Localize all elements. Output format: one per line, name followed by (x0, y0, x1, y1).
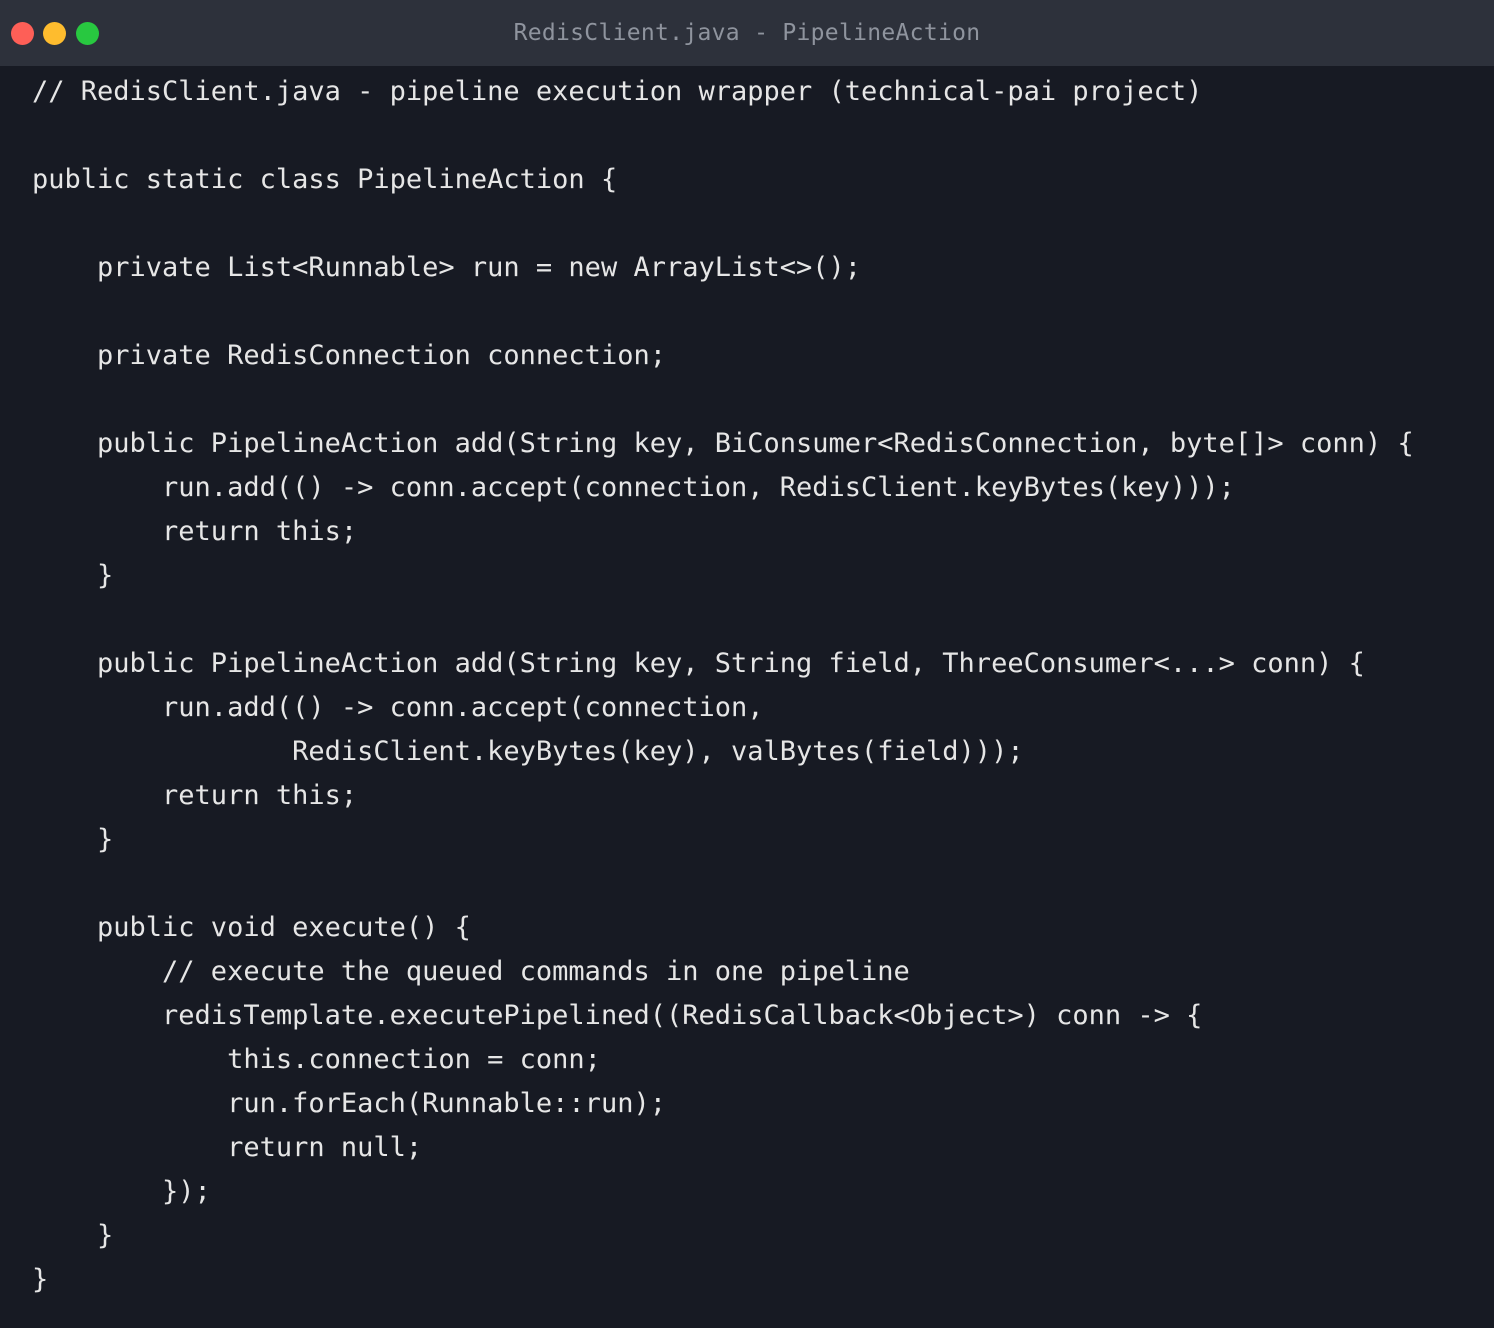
code-line: public PipelineAction add(String key, St… (32, 648, 1365, 679)
window-title: RedisClient.java - PipelineAction (513, 20, 981, 46)
code-line: private List<Runnable> run = new ArrayLi… (32, 252, 862, 283)
code-line: private RedisConnection connection; (32, 340, 666, 371)
code-line: RedisClient.keyBytes(key), valBytes(fiel… (32, 736, 1024, 767)
code-line: this.connection = conn; (32, 1044, 601, 1075)
code-line: } (32, 1264, 49, 1295)
code-line: }); (32, 1176, 211, 1207)
code-line: redisTemplate.executePipelined((RedisCal… (32, 1000, 1203, 1031)
code-line: public PipelineAction add(String key, Bi… (32, 428, 1414, 459)
code-line: return null; (32, 1132, 423, 1163)
code-line: // RedisClient.java - pipeline execution… (32, 76, 1203, 107)
code-line: return this; (32, 516, 358, 547)
code-line: } (32, 560, 114, 591)
code-editor[interactable]: // RedisClient.java - pipeline execution… (32, 70, 1414, 1302)
code-line: } (32, 824, 114, 855)
code-line: } (32, 1220, 114, 1251)
title-bar: RedisClient.java - PipelineAction (0, 0, 1494, 66)
code-line: public void execute() { (32, 912, 471, 943)
editor-window: RedisClient.java - PipelineAction // Red… (0, 0, 1494, 1328)
code-line: return this; (32, 780, 358, 811)
code-line: run.add(() -> conn.accept(connection, Re… (32, 472, 1235, 503)
code-line: run.forEach(Runnable::run); (32, 1088, 666, 1119)
code-line: run.add(() -> conn.accept(connection, (32, 692, 764, 723)
code-line: // execute the queued commands in one pi… (32, 956, 910, 987)
code-line: public static class PipelineAction { (32, 164, 618, 195)
